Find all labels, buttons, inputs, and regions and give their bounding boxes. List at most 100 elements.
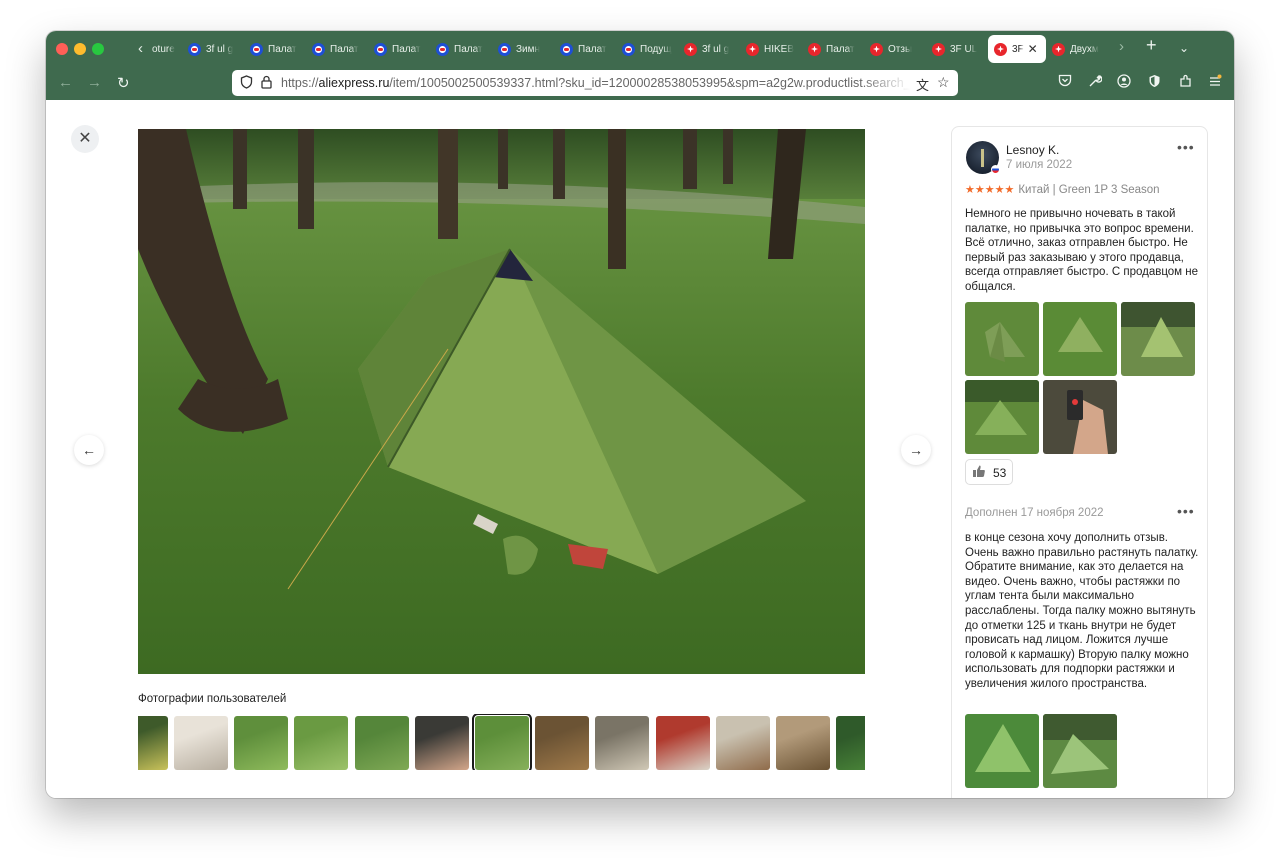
review-more-icon[interactable]: ••• xyxy=(1177,139,1195,155)
site-favicon-icon xyxy=(436,42,449,56)
back-arrow-icon[interactable]: ← xyxy=(58,74,73,91)
browser-window: ‹ oture 3f ul g Палат Палат Палат Палат Зимн Па… xyxy=(46,31,1234,798)
tab-label: Отзы xyxy=(888,43,913,55)
supplement-text: в конце сезона хочу дополнить отзыв. Оче… xyxy=(965,532,1199,690)
url-bar[interactable]: https://aliexpress.ru/item/1005002500539… xyxy=(232,70,958,96)
review-photo-thumb[interactable] xyxy=(965,380,1039,454)
privacy-shield-icon[interactable] xyxy=(1148,74,1161,91)
user-photo-thumb[interactable] xyxy=(535,716,590,770)
pocket-icon[interactable] xyxy=(1058,74,1072,90)
aliexpress-favicon-icon xyxy=(808,42,821,56)
tab-label: 3F UL xyxy=(950,43,978,55)
zoom-window-button[interactable] xyxy=(92,43,104,55)
lock-icon[interactable] xyxy=(261,75,272,92)
menu-hamburger-icon[interactable] xyxy=(1208,74,1222,91)
browser-tab[interactable]: Палат xyxy=(554,35,616,63)
browser-tab[interactable]: 3F UL xyxy=(926,35,988,63)
tab-list-chevron-icon[interactable]: ⌄ xyxy=(1179,41,1189,55)
wrench-icon[interactable] xyxy=(1088,74,1103,91)
scroll-tabs-left-icon[interactable]: ‹ xyxy=(138,40,143,57)
site-favicon-icon xyxy=(250,42,263,56)
aliexpress-favicon-icon xyxy=(1052,42,1065,56)
user-photo-thumb[interactable] xyxy=(776,716,830,770)
site-favicon-icon xyxy=(560,42,573,56)
tab-label: Подущ xyxy=(640,43,672,55)
browser-tab-active[interactable]: 3F ✕ xyxy=(988,35,1046,63)
browser-tab[interactable]: 3f ul g xyxy=(182,35,244,63)
variant-text: Китай | Green 1P 3 Season xyxy=(1018,184,1160,196)
new-tab-plus-icon[interactable]: + xyxy=(1146,35,1157,56)
browser-tab[interactable]: Палат xyxy=(306,35,368,63)
site-favicon-icon xyxy=(188,42,201,56)
aliexpress-favicon-icon xyxy=(870,42,883,56)
browser-tab[interactable]: Палат xyxy=(430,35,492,63)
review-photo-thumb[interactable] xyxy=(1043,380,1117,454)
user-photo-thumb[interactable] xyxy=(294,716,349,770)
tab-label: Палат xyxy=(330,43,359,55)
translate-icon[interactable]: 文 xyxy=(916,75,929,94)
review-photo-thumb[interactable] xyxy=(965,302,1039,376)
close-window-button[interactable] xyxy=(56,43,68,55)
page-content: ✕ ← → Фотографии пользователей Lesnoy K.… xyxy=(46,100,1234,798)
review-card: Lesnoy K. 7 июля 2022 ••• ★★★★★ Китай | G… xyxy=(951,126,1208,798)
forward-arrow-icon[interactable]: → xyxy=(87,74,102,91)
browser-tab[interactable]: Зимн xyxy=(492,35,554,63)
user-photo-thumb[interactable] xyxy=(138,716,168,770)
next-photo-button[interactable]: → xyxy=(901,435,931,465)
tab-label: 3F xyxy=(1012,43,1024,55)
user-photo-thumb[interactable] xyxy=(234,716,289,770)
review-date: 7 июля 2022 xyxy=(1006,159,1073,171)
like-button[interactable]: 53 xyxy=(965,459,1013,485)
tab-label: Палат xyxy=(392,43,421,55)
review-photo-thumb[interactable] xyxy=(1043,302,1117,376)
main-review-photo xyxy=(138,129,865,674)
browser-tab[interactable]: HIKEB xyxy=(740,35,802,63)
rating-line: ★★★★★ Китай | Green 1P 3 Season xyxy=(965,183,1160,196)
user-photo-thumb[interactable] xyxy=(354,716,409,770)
tab-label: Палат xyxy=(826,43,855,55)
browser-tab[interactable]: Подущ xyxy=(616,35,678,63)
user-photo-thumb[interactable] xyxy=(836,716,865,770)
url-text[interactable]: https://aliexpress.ru/item/1005002500539… xyxy=(281,76,911,90)
close-tab-icon[interactable]: ✕ xyxy=(1028,42,1038,56)
user-photo-thumb[interactable] xyxy=(595,716,650,770)
supplement-photo-thumb[interactable] xyxy=(965,714,1039,788)
user-photo-thumb[interactable] xyxy=(655,716,710,770)
browser-tab[interactable]: oture xyxy=(148,35,182,63)
browser-tab[interactable]: Отзы xyxy=(864,35,926,63)
nav-toolbar: ← → ↻ https://aliexpress.ru/item/1005002… xyxy=(46,67,1234,100)
scroll-tabs-right-icon[interactable]: › xyxy=(1119,38,1124,55)
user-photo-thumb[interactable] xyxy=(414,716,469,770)
browser-tab[interactable]: Палат xyxy=(802,35,864,63)
minimize-window-button[interactable] xyxy=(74,43,86,55)
user-photo-thumb[interactable] xyxy=(715,716,770,770)
browser-tab[interactable]: 3f ul g xyxy=(678,35,740,63)
reviewer-name: Lesnoy K. xyxy=(1006,143,1060,157)
aliexpress-favicon-icon xyxy=(746,42,759,56)
rating-stars-icon: ★★★★★ xyxy=(965,184,1015,196)
site-favicon-icon xyxy=(622,42,635,56)
reload-icon[interactable]: ↻ xyxy=(117,74,130,92)
user-photo-thumb[interactable] xyxy=(472,714,532,770)
tab-bar: ‹ oture 3f ul g Палат Палат Палат Палат Зимн Па… xyxy=(46,31,1234,67)
supplement-more-icon[interactable]: ••• xyxy=(1177,503,1195,519)
prev-photo-button[interactable]: ← xyxy=(74,435,104,465)
supplement-photo-thumb[interactable] xyxy=(1043,714,1117,788)
close-viewer-button[interactable]: ✕ xyxy=(71,125,99,153)
tracking-shield-icon[interactable] xyxy=(240,75,253,92)
tab-label: Двухм xyxy=(1070,43,1099,55)
tab-label: 3f ul g xyxy=(702,43,730,55)
review-text: Немного не привычно ночевать в такой пал… xyxy=(965,208,1199,293)
account-icon[interactable] xyxy=(1117,74,1131,91)
browser-tab[interactable]: Двухм xyxy=(1046,35,1108,63)
browser-tab[interactable]: Палат xyxy=(368,35,430,63)
bookmark-star-icon[interactable]: ☆ xyxy=(937,74,950,91)
supplement-date: Дополнен 17 ноября 2022 xyxy=(965,507,1104,519)
aliexpress-favicon-icon xyxy=(684,42,697,56)
extensions-icon[interactable] xyxy=(1179,74,1193,91)
user-photo-thumb[interactable] xyxy=(174,716,228,770)
user-photos-title: Фотографии пользователей xyxy=(138,693,287,705)
review-photo-thumb[interactable] xyxy=(1121,302,1195,376)
thumbs-up-icon xyxy=(972,464,986,481)
browser-tab[interactable]: Палат xyxy=(244,35,306,63)
